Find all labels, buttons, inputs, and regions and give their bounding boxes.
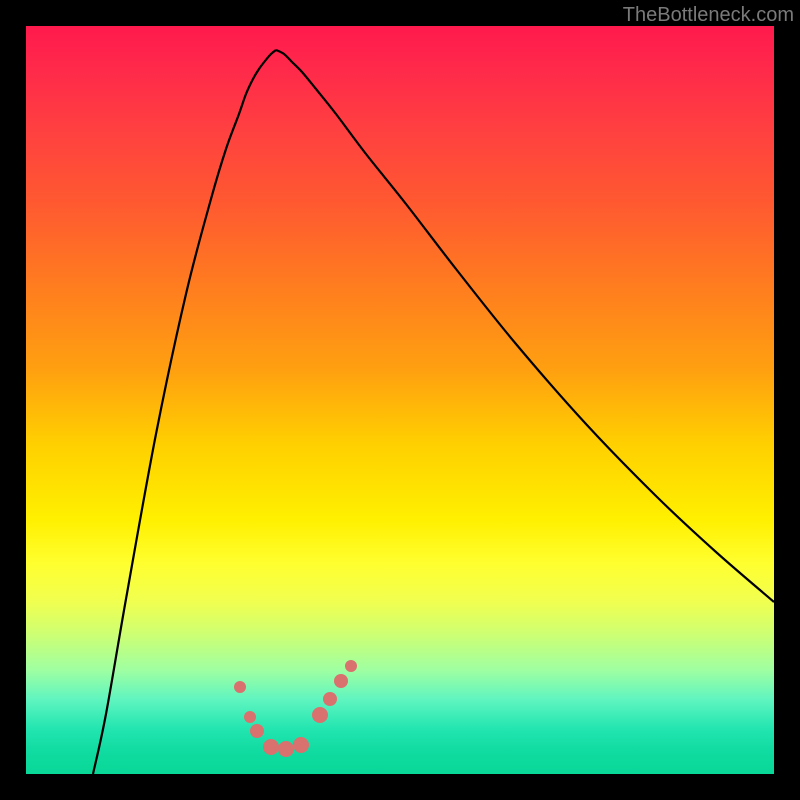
marker-valley-a: [263, 739, 279, 755]
marker-right-mid: [323, 692, 337, 706]
marker-left-lower: [250, 724, 264, 738]
marker-right-top: [345, 660, 357, 672]
watermark-text: TheBottleneck.com: [623, 4, 794, 27]
marker-dots: [234, 660, 357, 757]
marker-right-lower: [312, 707, 328, 723]
marker-valley-b: [278, 741, 294, 757]
left-branch-curve: [93, 50, 276, 774]
curve-layer: [26, 26, 774, 774]
marker-left-top: [234, 681, 246, 693]
chart-frame: TheBottleneck.com: [0, 0, 800, 800]
right-branch-curve: [276, 50, 774, 602]
marker-left-upper: [244, 711, 256, 723]
marker-valley-c: [293, 737, 309, 753]
marker-right-upper: [334, 674, 348, 688]
